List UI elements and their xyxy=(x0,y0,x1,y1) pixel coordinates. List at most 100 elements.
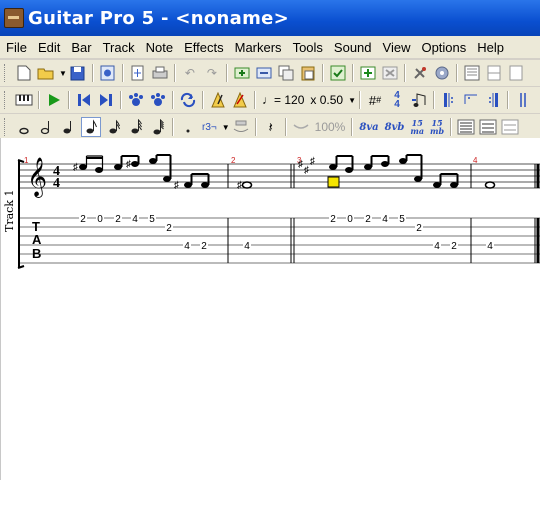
page-view-icon[interactable] xyxy=(463,64,481,82)
tools-icon[interactable] xyxy=(411,64,429,82)
redo-icon[interactable]: ↷ xyxy=(203,64,221,82)
tab-fret: 4 xyxy=(434,241,440,252)
paste-track-icon[interactable] xyxy=(299,64,317,82)
system-bracket xyxy=(18,160,20,268)
menu-help[interactable]: Help xyxy=(471,40,509,55)
menu-tools[interactable]: Tools xyxy=(287,40,328,55)
tab-fret: 4 xyxy=(487,241,493,252)
separator xyxy=(172,118,174,136)
open-folder-icon[interactable] xyxy=(37,64,55,82)
score-sheet[interactable]: 𝄞 4 4 T A B 1 2 3 4 ♯ ♯ ♯ ♯ ♯ ♯ ♯ 2 0 2 … xyxy=(1,138,540,480)
next-bar-icon[interactable] xyxy=(97,91,115,109)
settings-gear-icon[interactable] xyxy=(433,64,451,82)
score-document[interactable]: 𝄞 4 4 T A B 1 2 3 4 ♯ ♯ ♯ ♯ ♯ ♯ ♯ 2 0 2 … xyxy=(0,138,540,480)
layout-wide-icon[interactable] xyxy=(501,118,519,136)
octave-15ma-button[interactable]: 15 ma xyxy=(410,119,424,135)
separator xyxy=(359,91,361,109)
tempo-change-icon[interactable] xyxy=(410,91,428,109)
toolbar-grip[interactable] xyxy=(4,118,8,136)
time-signature-bottom: 4 xyxy=(53,176,60,191)
insert-track-icon[interactable] xyxy=(255,64,273,82)
guitar-pro-app-icon[interactable] xyxy=(4,8,24,28)
menu-view[interactable]: View xyxy=(377,40,416,55)
menu-file[interactable]: File xyxy=(0,40,32,55)
tab-fret: 4 xyxy=(184,241,190,252)
add-track-icon[interactable] xyxy=(233,64,251,82)
layout-dense-icon[interactable] xyxy=(457,118,475,136)
add-bar-icon[interactable] xyxy=(359,64,377,82)
save-icon[interactable] xyxy=(69,64,87,82)
countdown-icon[interactable] xyxy=(231,91,249,109)
menu-bar-item[interactable]: Bar xyxy=(65,40,96,55)
keyboard-icon[interactable] xyxy=(15,91,33,109)
key-sig-sharp: ♯ xyxy=(298,159,303,170)
tab-fret: 0 xyxy=(347,214,353,225)
half-note-icon[interactable] xyxy=(37,118,55,136)
tie-note-icon[interactable] xyxy=(232,118,250,136)
key-signature-icon[interactable]: # # xyxy=(366,91,384,109)
repeat-open-icon[interactable] xyxy=(440,91,458,109)
octave-15mb-button[interactable]: 15 mb xyxy=(430,119,444,135)
track-name-label[interactable]: Track 1 xyxy=(3,190,16,232)
copy-track-icon[interactable] xyxy=(277,64,295,82)
check-bar-icon[interactable] xyxy=(329,64,347,82)
layout-normal-icon[interactable] xyxy=(479,118,497,136)
slur-icon[interactable] xyxy=(292,118,310,136)
double-bar-icon[interactable] xyxy=(514,91,532,109)
file-info-icon[interactable] xyxy=(99,64,117,82)
metronome-icon[interactable] xyxy=(209,91,227,109)
menu-note[interactable]: Note xyxy=(140,40,178,55)
menu-effects[interactable]: Effects xyxy=(178,40,229,55)
quarter-note-icon[interactable] xyxy=(59,118,77,136)
triplet-feel-select[interactable]: r3¬ xyxy=(202,122,217,133)
eighth-note-icon[interactable] xyxy=(81,117,101,137)
play-icon[interactable] xyxy=(45,91,63,109)
separator xyxy=(321,64,324,82)
tab-numbers: 2 0 2 4 5 2 4 2 4 2 0 2 4 5 2 4 2 4 xyxy=(79,213,494,252)
volume-display[interactable]: 100% xyxy=(315,120,346,134)
tab-letter-b: B xyxy=(32,246,41,261)
toolbar-grip[interactable] xyxy=(4,91,8,109)
menu-markers[interactable]: Markers xyxy=(229,40,287,55)
octave-8vb-button[interactable]: 8vb xyxy=(385,122,405,133)
speed-select[interactable]: x 0.50 xyxy=(310,93,343,107)
previous-bar-icon[interactable] xyxy=(75,91,93,109)
cursor-position[interactable] xyxy=(327,176,340,188)
tab-fret: 2 xyxy=(80,214,86,225)
dotted-note-icon[interactable] xyxy=(179,118,197,136)
undo-icon[interactable]: ↶ xyxy=(181,64,199,82)
sixty-fourth-note-icon[interactable] xyxy=(149,118,167,136)
tempo-display[interactable]: ♩= 120 xyxy=(262,93,304,107)
page-setup-icon[interactable] xyxy=(129,64,147,82)
screen-view-icon[interactable] xyxy=(485,64,503,82)
sixteenth-note-icon[interactable] xyxy=(105,118,123,136)
open-dropdown-icon[interactable]: ▼ xyxy=(59,69,67,78)
new-file-icon[interactable] xyxy=(15,64,33,82)
separator xyxy=(351,64,354,82)
speed-dropdown-icon[interactable]: ▼ xyxy=(348,96,356,105)
separator xyxy=(121,64,124,82)
octave-8va-button[interactable]: 8va xyxy=(359,122,378,133)
time-signature-icon[interactable]: 44 xyxy=(388,91,406,110)
repeat-close-icon[interactable] xyxy=(484,91,502,109)
tab-fret: 5 xyxy=(149,214,155,225)
menu-track[interactable]: Track xyxy=(97,40,140,55)
rest-icon[interactable]: 𝄽 xyxy=(262,118,280,136)
paw-right-icon[interactable] xyxy=(149,91,167,109)
parchment-view-icon[interactable] xyxy=(507,64,525,82)
print-icon[interactable] xyxy=(151,64,169,82)
separator xyxy=(225,64,228,82)
whole-note-icon[interactable] xyxy=(15,118,33,136)
menu-options[interactable]: Options xyxy=(415,40,471,55)
thirty-second-note-icon[interactable] xyxy=(127,118,145,136)
toolbar-grip[interactable] xyxy=(4,64,8,82)
sharp-accidental: ♯ xyxy=(237,180,242,191)
menu-edit[interactable]: Edit xyxy=(32,40,65,55)
delete-bar-icon[interactable] xyxy=(381,64,399,82)
alternate-ending-icon[interactable] xyxy=(462,91,480,109)
triplet-dropdown-icon[interactable]: ▼ xyxy=(222,123,230,132)
desktop-background xyxy=(0,480,540,528)
loop-icon[interactable] xyxy=(179,91,197,109)
menu-sound[interactable]: Sound xyxy=(328,40,377,55)
paw-left-icon[interactable] xyxy=(127,91,145,109)
